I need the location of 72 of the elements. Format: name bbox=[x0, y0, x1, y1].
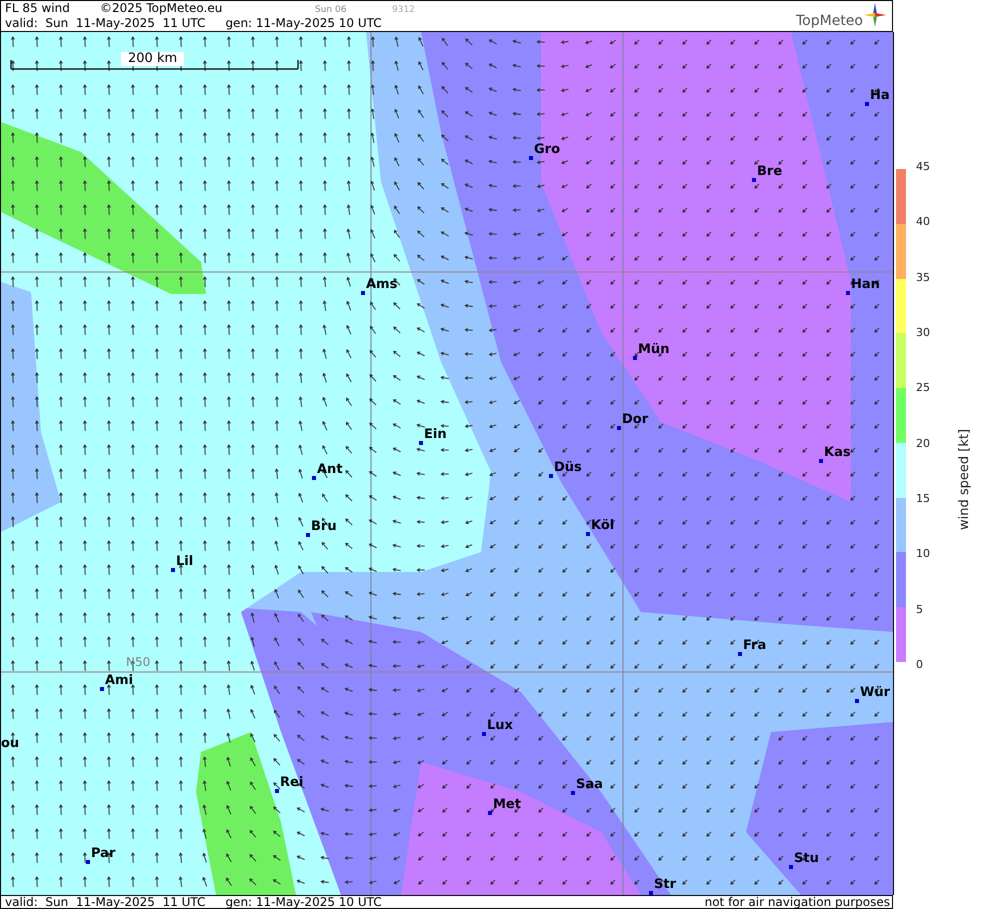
city-marker bbox=[865, 102, 869, 106]
city-label: Mün bbox=[638, 342, 670, 357]
city-marker bbox=[100, 687, 104, 691]
city-label: Par bbox=[91, 846, 116, 861]
legend-tick-label: 45 bbox=[916, 161, 930, 173]
city-label: ou bbox=[1, 736, 20, 751]
city-marker bbox=[819, 459, 823, 463]
disclaimer-text: not for air navigation purposes bbox=[704, 896, 891, 908]
city-label: Gro bbox=[534, 142, 560, 157]
copyright-text: ©2025 TopMeteo.eu bbox=[100, 1, 224, 15]
city-label: Kas bbox=[824, 445, 851, 460]
city-label: Lil bbox=[176, 554, 194, 569]
city-marker bbox=[86, 860, 90, 864]
logo-text: TopMeteo bbox=[796, 13, 863, 29]
legend-tick-label: 10 bbox=[916, 548, 930, 560]
legend-tick-label: 30 bbox=[916, 326, 930, 339]
city-label: Wür bbox=[860, 685, 890, 700]
city-marker bbox=[171, 568, 175, 572]
city-label: Stu bbox=[794, 851, 819, 866]
city-label: Fra bbox=[743, 638, 766, 653]
city-marker bbox=[846, 291, 850, 295]
city-marker bbox=[586, 532, 590, 536]
city-label: Ant bbox=[317, 462, 343, 477]
scale-label: 200 km bbox=[121, 52, 184, 66]
city-marker bbox=[738, 652, 742, 656]
legend-title: wind speed [kt] bbox=[957, 428, 972, 530]
day-code: Sun 06 bbox=[315, 5, 348, 15]
city-marker bbox=[488, 811, 492, 815]
city-label: Saa bbox=[576, 777, 603, 792]
city-marker bbox=[633, 356, 637, 360]
legend-tick-label: 5 bbox=[916, 604, 924, 616]
city-label: Bru bbox=[311, 519, 337, 534]
generated-time: gen: 11-May-2025 10 UTC bbox=[225, 896, 382, 908]
city-label: Ami bbox=[105, 673, 134, 688]
city-marker bbox=[649, 891, 653, 895]
city-label: Str bbox=[654, 877, 676, 892]
valid-time: valid: Sun 11-May-2025 11 UTC bbox=[5, 896, 206, 908]
city-marker bbox=[482, 732, 486, 736]
legend-tick-label: 15 bbox=[916, 492, 930, 505]
generated-time: gen: 11-May-2025 10 UTC bbox=[225, 16, 382, 30]
city-marker bbox=[855, 699, 859, 703]
city-label: Rei bbox=[280, 775, 304, 790]
city-marker bbox=[275, 789, 279, 793]
city-label: Ams bbox=[366, 277, 398, 292]
city-label: Met bbox=[493, 797, 521, 812]
city-marker bbox=[752, 178, 756, 182]
run-code: 9312 bbox=[392, 5, 415, 15]
city-label: Bre bbox=[757, 164, 782, 179]
legend-tick-label: 0 bbox=[916, 658, 924, 671]
legend-tick-label: 35 bbox=[916, 272, 930, 284]
city-marker bbox=[789, 865, 793, 869]
city-label: Köl bbox=[591, 518, 614, 533]
city-marker bbox=[419, 441, 423, 445]
legend-tick-label: 20 bbox=[916, 438, 930, 450]
city-label: Lux bbox=[487, 718, 513, 733]
city-marker bbox=[571, 791, 575, 795]
compass-star-icon bbox=[864, 3, 886, 27]
city-label: Han bbox=[851, 277, 880, 292]
city-label: Ein bbox=[424, 427, 447, 442]
legend-tick-label: 25 bbox=[916, 382, 930, 394]
city-marker bbox=[529, 156, 533, 160]
valid-time: valid: Sun 11-May-2025 11 UTC bbox=[5, 16, 206, 30]
city-marker bbox=[617, 426, 621, 430]
city-marker bbox=[312, 476, 316, 480]
city-label: Düs bbox=[554, 460, 582, 475]
chart-title: FL 85 wind bbox=[5, 1, 71, 15]
city-marker bbox=[306, 533, 310, 537]
city-marker bbox=[361, 291, 365, 295]
city-label: Ha bbox=[870, 88, 890, 103]
legend-tick-label: 40 bbox=[916, 216, 930, 228]
city-marker bbox=[549, 474, 553, 478]
city-label: Dor bbox=[622, 412, 648, 427]
